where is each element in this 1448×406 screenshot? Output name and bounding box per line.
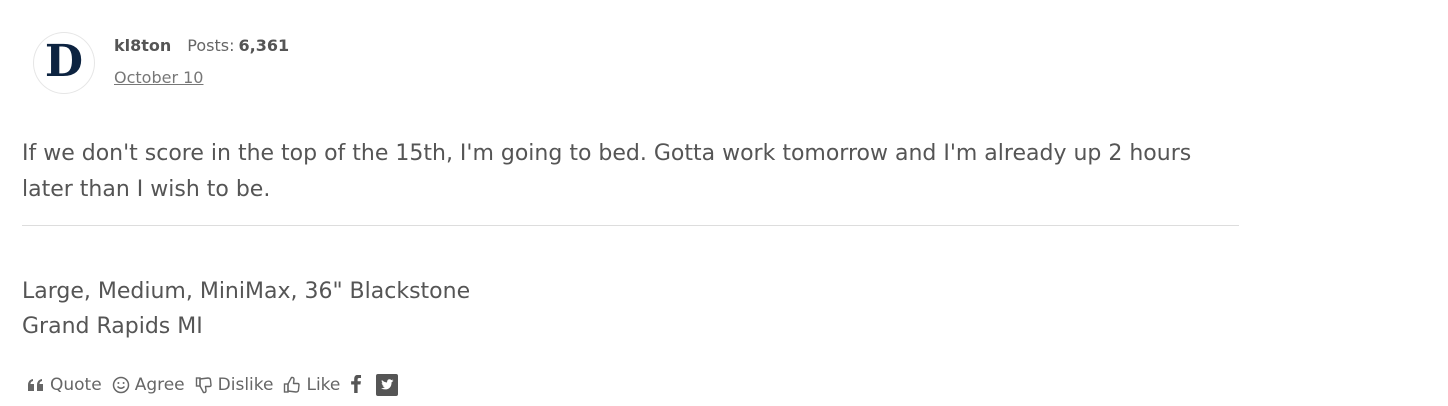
quote-icon xyxy=(28,379,43,391)
quote-label: Quote xyxy=(50,375,102,395)
signature-line-2: Grand Rapids MI xyxy=(22,314,203,339)
forum-post: D kl8ton Posts: 6,361 October 10 If we d… xyxy=(0,0,1448,406)
agree-label: Agree xyxy=(134,375,185,395)
like-label: Like xyxy=(306,375,341,395)
twitter-icon xyxy=(376,374,399,396)
author-avatar[interactable]: D xyxy=(34,33,94,93)
post-actions: Quote Agree Dislike Like xyxy=(27,373,412,397)
dislike-button[interactable]: Dislike xyxy=(195,375,274,395)
signature-divider xyxy=(22,225,1239,226)
author-line: kl8ton Posts: 6,361 xyxy=(114,36,289,58)
signature-line-1: Large, Medium, MiniMax, 36" Blackstone xyxy=(22,279,471,304)
thumbs-down-icon xyxy=(195,377,212,394)
facebook-icon xyxy=(351,375,362,394)
facebook-share-button[interactable] xyxy=(350,375,362,395)
post-meta: kl8ton Posts: 6,361 October 10 xyxy=(114,36,289,87)
avatar-logo-letter: D xyxy=(44,36,84,87)
thumbs-up-icon xyxy=(284,376,301,393)
quote-button[interactable]: Quote xyxy=(27,375,102,395)
posts-label: Posts: xyxy=(187,36,235,55)
posts-count: 6,361 xyxy=(238,36,290,55)
author-name[interactable]: kl8ton xyxy=(114,36,171,55)
dislike-label: Dislike xyxy=(217,375,274,395)
twitter-share-button[interactable] xyxy=(376,374,399,396)
user-signature: Large, Medium, MiniMax, 36" Blackstone G… xyxy=(22,274,470,344)
smiley-icon xyxy=(112,376,129,394)
post-date-link[interactable]: October 10 xyxy=(114,68,289,87)
post-body: If we don't score in the top of the 15th… xyxy=(22,141,1192,202)
like-button[interactable]: Like xyxy=(283,375,340,395)
agree-button[interactable]: Agree xyxy=(112,375,185,395)
